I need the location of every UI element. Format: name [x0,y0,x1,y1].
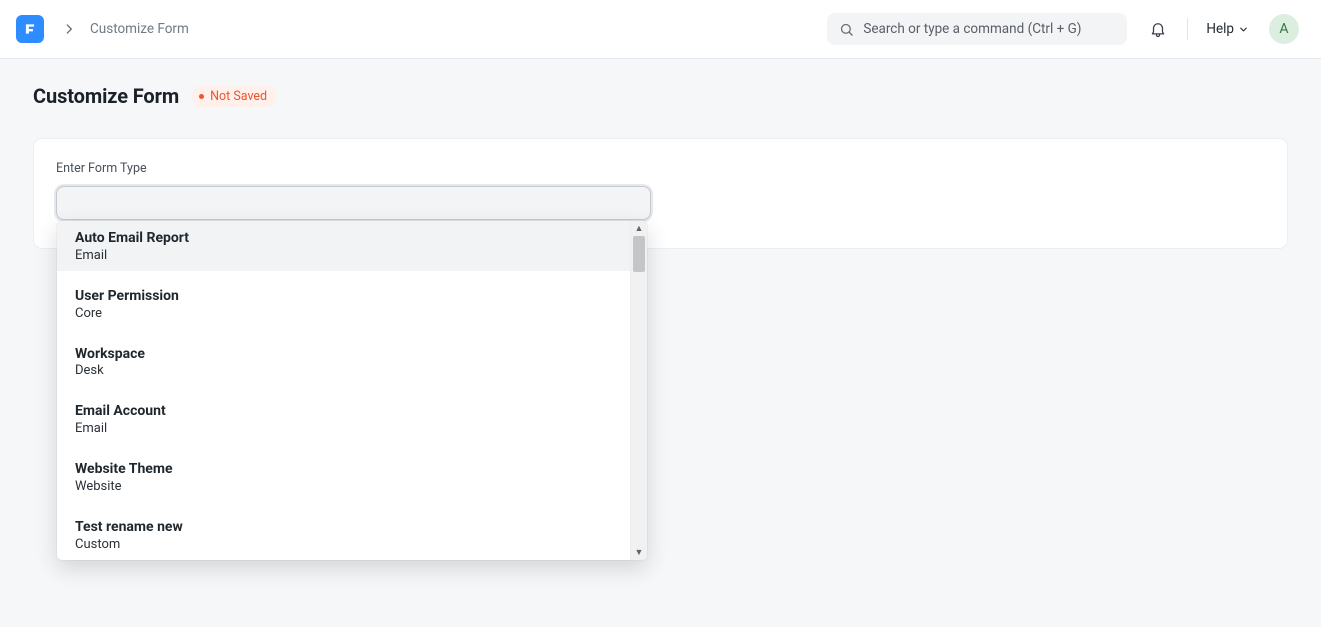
dropdown-item[interactable]: Website Theme Website [57,452,630,502]
status-text: Not Saved [210,89,267,104]
dropdown-item[interactable]: Email Account Email [57,394,630,444]
search-placeholder: Search or type a command (Ctrl + G) [863,21,1081,37]
dropdown-item[interactable]: Test rename new Custom [57,510,630,560]
help-label: Help [1206,21,1234,37]
dropdown-item-sub: Desk [75,363,612,378]
form-type-input[interactable] [56,186,651,220]
dropdown-item-title: Auto Email Report [75,230,612,247]
dropdown-item-sub: Email [75,248,612,263]
avatar-initial: A [1279,21,1288,37]
status-badge: Not Saved [192,86,276,107]
dropdown-item-title: Website Theme [75,461,612,478]
dropdown-item-title: Workspace [75,346,612,363]
dropdown-list: Auto Email Report Email User Permission … [57,221,630,560]
dropdown-item[interactable]: User Permission Core [57,279,630,329]
dropdown-scrollbar[interactable]: ▲ ▼ [630,221,647,560]
form-type-dropdown: Auto Email Report Email User Permission … [57,221,647,560]
status-dot-icon [199,94,204,99]
dropdown-item-title: Email Account [75,403,612,420]
breadcrumb[interactable]: Customize Form [90,21,189,37]
scroll-thumb[interactable] [633,236,645,272]
bell-icon [1149,20,1167,38]
form-type-label: Enter Form Type [56,161,1265,176]
help-menu[interactable]: Help [1206,21,1249,37]
nav-divider [1187,18,1188,40]
dropdown-item-title: User Permission [75,288,612,305]
search-icon [839,22,854,37]
dropdown-item-sub: Core [75,306,612,321]
breadcrumb-chevron-icon [62,22,76,36]
user-avatar[interactable]: A [1269,14,1299,44]
chevron-down-icon [1238,24,1249,35]
page-header: Customize Form Not Saved [33,84,1288,108]
dropdown-item[interactable]: Auto Email Report Email [57,221,630,271]
navbar: Customize Form Search or type a command … [0,0,1321,59]
global-search[interactable]: Search or type a command (Ctrl + G) [827,13,1127,45]
dropdown-item[interactable]: Workspace Desk [57,337,630,387]
scroll-up-icon[interactable]: ▲ [631,221,647,235]
logo-icon [23,22,37,36]
dropdown-item-sub: Custom [75,537,612,552]
dropdown-item-title: Test rename new [75,519,612,536]
notifications-button[interactable] [1149,20,1167,38]
app-logo[interactable] [16,15,44,43]
dropdown-item-sub: Website [75,479,612,494]
dropdown-item-sub: Email [75,421,612,436]
scroll-down-icon[interactable]: ▼ [631,546,647,560]
page-title: Customize Form [33,84,179,108]
